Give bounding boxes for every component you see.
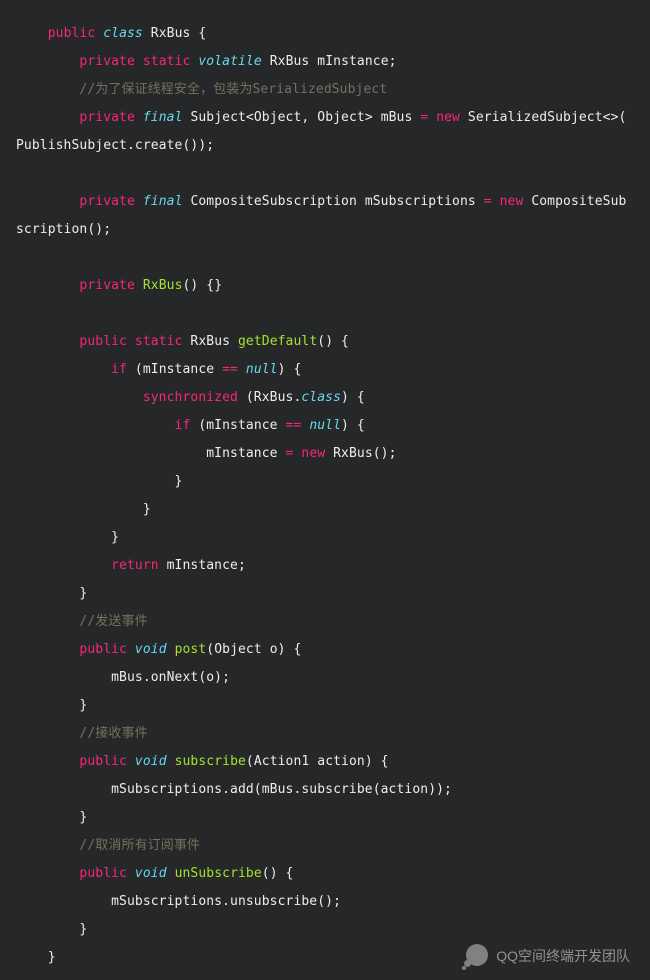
wechat-icon — [462, 944, 490, 968]
watermark-text: QQ空间终端开发团队 — [496, 946, 630, 966]
wechat-watermark: QQ空间终端开发团队 — [462, 944, 630, 968]
code-block: public class RxBus { private static vola… — [0, 0, 650, 980]
